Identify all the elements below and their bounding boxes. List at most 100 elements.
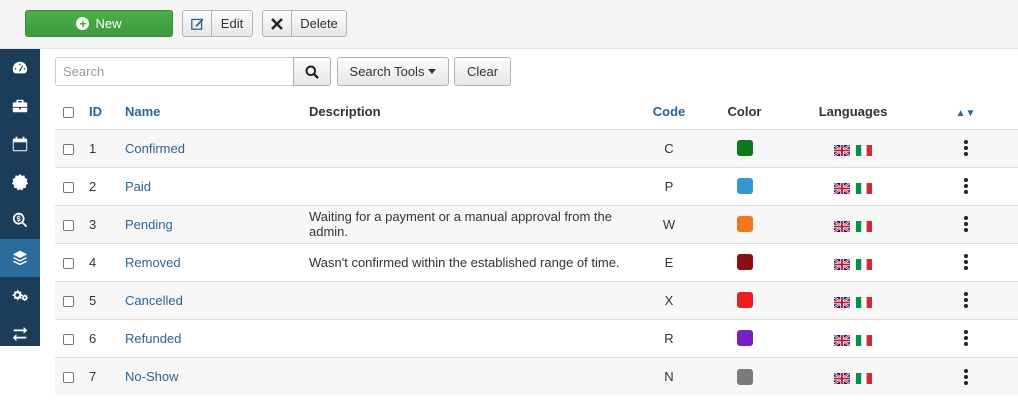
search-tools-label: Search Tools bbox=[349, 64, 425, 79]
row-code: X bbox=[664, 292, 674, 308]
row-actions-menu-icon[interactable] bbox=[963, 178, 968, 195]
table-row: 7 No-Show N bbox=[55, 356, 1018, 395]
row-code: N bbox=[664, 368, 674, 384]
italy-flag-icon bbox=[855, 258, 872, 270]
uk-flag-icon bbox=[833, 219, 851, 233]
search-tools-button[interactable]: Search Tools bbox=[337, 57, 449, 86]
color-swatch bbox=[736, 292, 753, 309]
sidebar-item-settings[interactable] bbox=[0, 277, 40, 315]
row-name-link[interactable]: Refunded bbox=[125, 331, 181, 346]
uk-flag-icon bbox=[833, 371, 851, 385]
italy-flag-icon bbox=[855, 334, 872, 346]
color-swatch bbox=[736, 216, 753, 233]
row-name-link[interactable]: No-Show bbox=[125, 369, 178, 384]
table-row: 3 Pending Waiting for a payment or a man… bbox=[55, 204, 1018, 243]
row-name-link[interactable]: Confirmed bbox=[125, 141, 185, 156]
uk-flag-icon bbox=[833, 257, 851, 271]
row-code: R bbox=[664, 330, 674, 346]
exchange-icon bbox=[12, 326, 28, 342]
table-row: 6 Refunded R bbox=[55, 318, 1018, 357]
select-all-checkbox[interactable] bbox=[63, 107, 74, 119]
delete-button[interactable]: Delete bbox=[262, 10, 347, 37]
sort-order-icon[interactable]: ▲▼ bbox=[956, 108, 976, 119]
caret-down-icon bbox=[428, 69, 437, 74]
sidebar-item-badge[interactable] bbox=[0, 163, 40, 201]
new-button[interactable]: + New bbox=[25, 10, 173, 37]
clear-button[interactable]: Clear bbox=[454, 57, 511, 86]
row-checkbox[interactable] bbox=[63, 143, 74, 155]
row-actions-menu-icon[interactable] bbox=[963, 292, 968, 309]
row-id: 6 bbox=[89, 330, 97, 346]
row-id: 5 bbox=[89, 292, 97, 308]
color-swatch bbox=[736, 254, 753, 271]
column-header-languages: Languages bbox=[818, 104, 888, 120]
edit-button[interactable]: Edit bbox=[182, 10, 253, 37]
row-id: 1 bbox=[89, 140, 97, 156]
column-header-color: Color bbox=[727, 104, 762, 120]
row-actions-menu-icon[interactable] bbox=[963, 140, 968, 157]
row-description: Waiting for a payment or a manual approv… bbox=[309, 209, 612, 239]
italy-flag-icon bbox=[855, 144, 872, 156]
search-input[interactable] bbox=[55, 57, 294, 86]
sidebar-item-layers[interactable] bbox=[0, 239, 40, 277]
table-row: 1 Confirmed C bbox=[55, 128, 1018, 167]
table-header-row: ID Name Description Code Color Languages… bbox=[55, 95, 1018, 129]
table-row: 2 Paid P bbox=[55, 166, 1018, 205]
edit-button-label: Edit bbox=[220, 16, 244, 31]
uk-flag-icon bbox=[833, 333, 851, 347]
row-checkbox[interactable] bbox=[63, 257, 74, 269]
color-swatch bbox=[736, 330, 753, 347]
dashboard-icon bbox=[12, 61, 28, 74]
row-code: C bbox=[664, 140, 674, 156]
close-icon bbox=[263, 11, 292, 36]
sidebar-item-exchange[interactable] bbox=[0, 315, 40, 353]
italy-flag-icon bbox=[855, 372, 872, 384]
column-header-name[interactable]: Name bbox=[125, 104, 160, 119]
money-search-icon bbox=[12, 212, 28, 228]
color-swatch bbox=[736, 140, 753, 157]
sidebar bbox=[0, 49, 40, 346]
row-name-link[interactable]: Cancelled bbox=[125, 293, 183, 308]
column-header-id[interactable]: ID bbox=[89, 104, 102, 119]
uk-flag-icon bbox=[833, 181, 851, 195]
column-header-code[interactable]: Code bbox=[653, 104, 686, 119]
new-button-label: New bbox=[95, 16, 122, 31]
layers-icon bbox=[12, 250, 28, 266]
briefcase-icon bbox=[12, 99, 28, 113]
search-button[interactable] bbox=[293, 57, 331, 86]
italy-flag-icon bbox=[855, 296, 872, 308]
row-actions-menu-icon[interactable] bbox=[963, 330, 968, 347]
italy-flag-icon bbox=[855, 220, 872, 232]
row-id: 4 bbox=[89, 254, 97, 270]
sidebar-item-dashboard[interactable] bbox=[0, 49, 40, 87]
row-name-link[interactable]: Paid bbox=[125, 179, 151, 194]
sidebar-item-briefcase[interactable] bbox=[0, 87, 40, 125]
row-checkbox[interactable] bbox=[63, 219, 74, 231]
table-row: 4 Removed Wasn't confirmed within the es… bbox=[55, 242, 1018, 281]
row-checkbox[interactable] bbox=[63, 371, 74, 383]
row-code: W bbox=[662, 216, 676, 232]
badge-icon bbox=[11, 173, 29, 191]
row-checkbox[interactable] bbox=[63, 333, 74, 345]
color-swatch bbox=[736, 178, 753, 195]
row-actions-menu-icon[interactable] bbox=[963, 368, 968, 385]
row-checkbox[interactable] bbox=[63, 295, 74, 307]
sidebar-item-payments[interactable] bbox=[0, 201, 40, 239]
row-name-link[interactable]: Removed bbox=[125, 255, 181, 270]
row-id: 2 bbox=[89, 178, 97, 194]
row-name-link[interactable]: Pending bbox=[125, 217, 173, 232]
row-actions-menu-icon[interactable] bbox=[963, 216, 968, 233]
toolbar: + New Edit Delete bbox=[0, 0, 1018, 49]
row-code: P bbox=[664, 178, 674, 194]
color-swatch bbox=[736, 368, 753, 385]
table-row: 5 Cancelled X bbox=[55, 280, 1018, 319]
search-icon bbox=[305, 65, 319, 79]
plus-circle-icon: + bbox=[76, 17, 90, 30]
row-checkbox[interactable] bbox=[63, 181, 74, 193]
row-actions-menu-icon[interactable] bbox=[963, 254, 968, 271]
row-id: 3 bbox=[89, 216, 97, 232]
sidebar-item-calendar[interactable] bbox=[0, 125, 40, 163]
gears-icon bbox=[12, 289, 29, 302]
statuses-table: ID Name Description Code Color Languages… bbox=[55, 95, 1018, 395]
column-header-description: Description bbox=[309, 104, 381, 120]
